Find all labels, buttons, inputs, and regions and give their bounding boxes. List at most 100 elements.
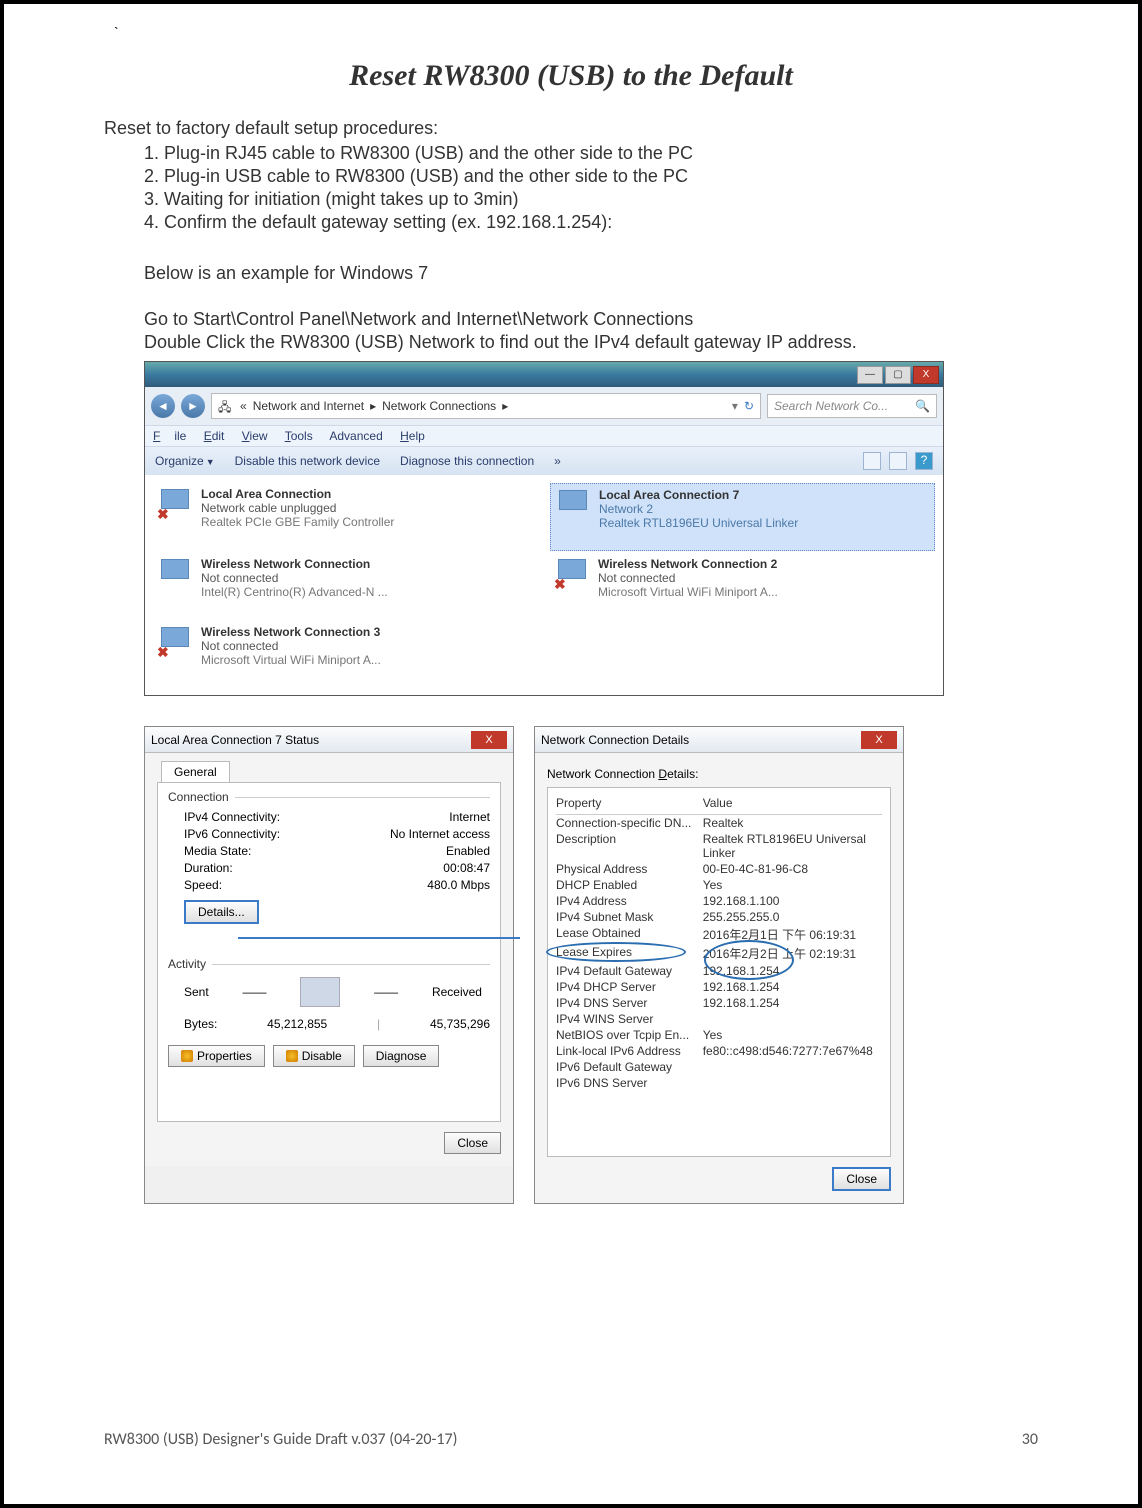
col-value: Value	[703, 796, 882, 810]
menu-help[interactable]: Help	[400, 429, 425, 443]
connection-item-selected[interactable]: Local Area Connection 7 Network 2 Realte…	[550, 483, 935, 551]
bc-prefix: «	[240, 399, 247, 413]
conn-status: Not connected	[598, 571, 778, 585]
forward-button[interactable]: ►	[181, 394, 205, 418]
titlebar: — ▢ X	[145, 362, 943, 387]
conn-status: Not connected	[201, 639, 381, 653]
conn-device: Realtek PCIe GBE Family Controller	[201, 515, 394, 529]
search-box[interactable]: Search Network Co... 🔍	[767, 394, 937, 418]
view-options-icon[interactable]	[863, 452, 881, 470]
back-button[interactable]: ◄	[151, 394, 175, 418]
status-dialog: Local Area Connection 7 Status X General…	[144, 726, 514, 1204]
path-line: Go to Start\Control Panel\Network and In…	[144, 309, 1038, 330]
minimize-button[interactable]: —	[857, 366, 883, 384]
disable-button[interactable]: Disable	[273, 1045, 355, 1067]
section-connection: Connection	[168, 790, 235, 804]
dash: ——	[243, 985, 267, 999]
conn-device: Microsoft Virtual WiFi Miniport A...	[598, 585, 778, 599]
connection-item[interactable]: Wireless Network Connection Not connecte…	[153, 553, 538, 619]
diagnose-button[interactable]: Diagnose	[363, 1045, 440, 1067]
help-icon[interactable]: ?	[915, 452, 933, 470]
dash: ——	[374, 985, 398, 999]
menu-view[interactable]: View	[242, 429, 268, 443]
toolbar: Organize▼ Disable this network device Di…	[145, 447, 943, 475]
details-subtitle: Network Connection Details:	[547, 767, 891, 781]
address-row: ◄ ► 🖧 « Network and Internet ▸ Network C…	[145, 387, 943, 425]
steps-list: Plug-in RJ45 cable to RW8300 (USB) and t…	[104, 143, 1038, 233]
close-button[interactable]: X	[913, 366, 939, 384]
received-label: Received	[432, 985, 482, 999]
connection-item[interactable]: ✖ Wireless Network Connection 2 Not conn…	[550, 553, 935, 619]
menu-advanced[interactable]: Advanced	[329, 429, 382, 443]
v: No Internet access	[390, 827, 490, 841]
sent-label: Sent	[184, 985, 209, 999]
connection-icon: ✖	[157, 625, 193, 661]
dialog-titlebar: Network Connection Details X	[535, 727, 903, 753]
intro-text: Reset to factory default setup procedure…	[104, 118, 1038, 139]
bytes-sent: 45,212,855	[267, 1017, 327, 1031]
close-button[interactable]: X	[861, 731, 897, 749]
footer-page: 30	[1022, 1430, 1038, 1449]
annotation-oval-gateway-value	[704, 940, 794, 980]
organize-button[interactable]: Organize▼	[155, 454, 215, 468]
step-4: Confirm the default gateway setting (ex.…	[164, 212, 1038, 233]
menu-tools[interactable]: Tools	[285, 429, 313, 443]
page-footer: RW8300 (USB) Designer's Guide Draft v.03…	[104, 1430, 1038, 1449]
annotation-line	[238, 937, 520, 939]
dropdown-icon[interactable]: ▾	[732, 399, 738, 413]
dialog-title: Local Area Connection 7 Status	[151, 733, 319, 747]
conn-name: Wireless Network Connection 2	[598, 557, 778, 571]
k: Speed:	[184, 878, 222, 892]
menu-file[interactable]: File	[153, 429, 186, 443]
v: Internet	[449, 810, 490, 824]
step-1: Plug-in RJ45 cable to RW8300 (USB) and t…	[164, 143, 1038, 164]
activity-icon	[300, 977, 340, 1007]
connection-icon: ✖	[157, 487, 193, 523]
shield-icon	[181, 1050, 193, 1062]
connection-icon: ✖	[554, 557, 590, 593]
connection-icon	[157, 557, 193, 593]
bc-a[interactable]: Network and Internet	[253, 399, 364, 413]
v: 00:08:47	[443, 861, 490, 875]
diagnose-button[interactable]: Diagnose this connection	[400, 454, 534, 468]
dialog-titlebar: Local Area Connection 7 Status X	[145, 727, 513, 753]
bytes-recv: 45,735,296	[430, 1017, 490, 1031]
toolbar-more[interactable]: »	[554, 454, 561, 468]
menu-edit[interactable]: Edit	[204, 429, 225, 443]
k: IPv6 Connectivity:	[184, 827, 280, 841]
k: Media State:	[184, 844, 251, 858]
close-button[interactable]: X	[471, 731, 507, 749]
refresh-icon[interactable]: ↻	[744, 399, 754, 413]
close-button[interactable]: Close	[444, 1132, 501, 1154]
step-2: Plug-in USB cable to RW8300 (USB) and th…	[164, 166, 1038, 187]
bc-b[interactable]: Network Connections	[382, 399, 496, 413]
conn-status: Network cable unplugged	[201, 501, 394, 515]
maximize-button[interactable]: ▢	[885, 366, 911, 384]
footer-left: RW8300 (USB) Designer's Guide Draft v.03…	[104, 1430, 457, 1449]
bc-sep2: ▸	[502, 399, 508, 413]
connection-item[interactable]: ✖ Wireless Network Connection 3 Not conn…	[153, 621, 538, 687]
annotation-oval-gateway-label	[546, 942, 686, 962]
tab-general[interactable]: General	[161, 761, 230, 782]
breadcrumb[interactable]: 🖧 « Network and Internet ▸ Network Conne…	[211, 393, 761, 419]
search-placeholder: Search Network Co...	[774, 399, 888, 413]
conn-device: Intel(R) Centrino(R) Advanced-N ...	[201, 585, 388, 599]
conn-name: Local Area Connection	[201, 487, 394, 501]
preview-pane-icon[interactable]	[889, 452, 907, 470]
bytes-label: Bytes:	[184, 1017, 217, 1031]
dblclick-line: Double Click the RW8300 (USB) Network to…	[144, 332, 1038, 353]
close-button[interactable]: Close	[832, 1167, 891, 1191]
connection-item[interactable]: ✖ Local Area Connection Network cable un…	[153, 483, 538, 551]
properties-button[interactable]: Properties	[168, 1045, 265, 1067]
details-button[interactable]: Details...	[184, 900, 259, 924]
k: Duration:	[184, 861, 233, 875]
ncwin: — ▢ X ◄ ► 🖧 « Network and Internet ▸ Net…	[144, 361, 944, 696]
connection-icon	[555, 488, 591, 524]
dialog-row: Local Area Connection 7 Status X General…	[144, 726, 1038, 1204]
document-page: ` Reset RW8300 (USB) to the Default Rese…	[0, 0, 1142, 1508]
disable-device-button[interactable]: Disable this network device	[235, 454, 380, 468]
connections-body: ✖ Local Area Connection Network cable un…	[145, 475, 943, 695]
col-property: Property	[556, 796, 703, 810]
conn-status: Network 2	[599, 502, 798, 516]
section-activity: Activity	[168, 957, 212, 971]
